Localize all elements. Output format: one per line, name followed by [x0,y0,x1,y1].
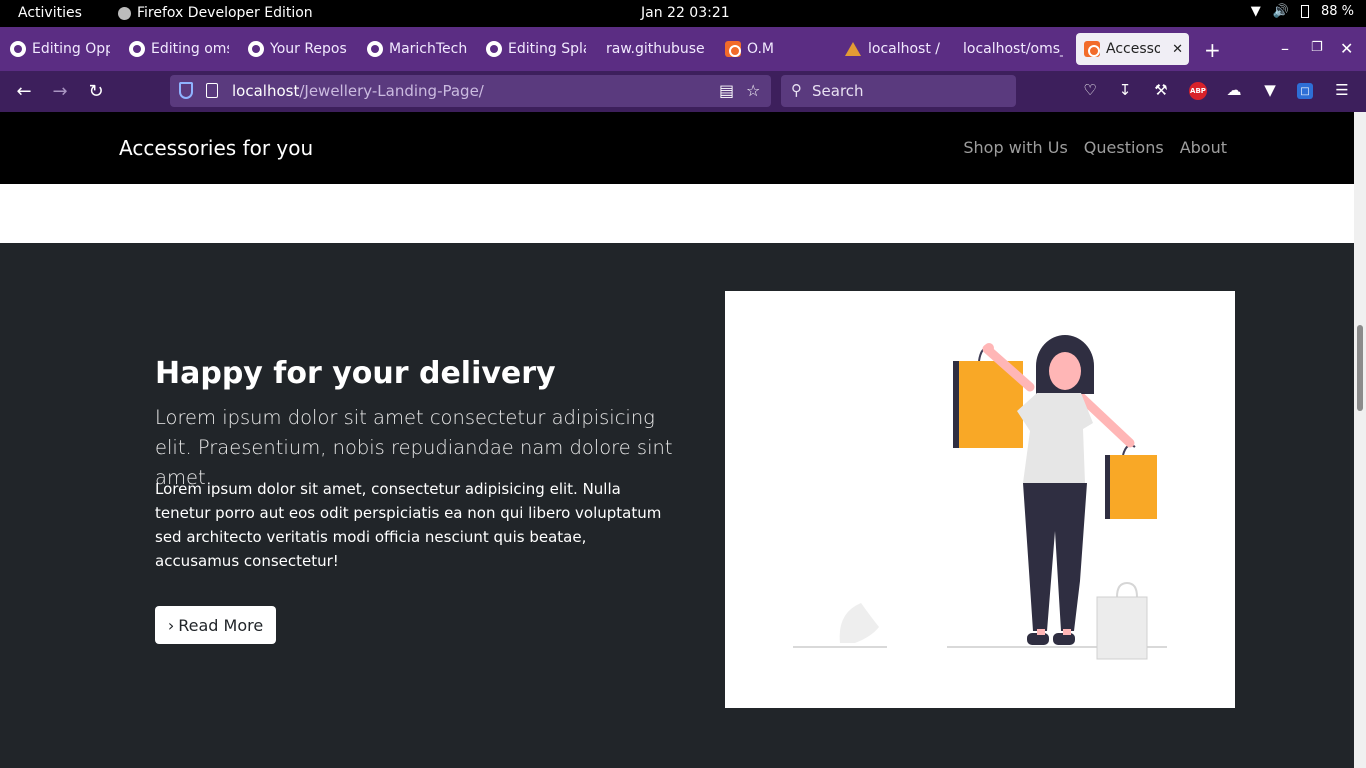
section-heading: Happy for your delivery [155,356,556,391]
new-tab-icon[interactable]: + [1204,38,1221,62]
page-viewport: Accessories for you Shop with Us Questio… [0,112,1354,768]
tab[interactable]: Your Repos [248,33,348,65]
nav-link-about[interactable]: About [1180,138,1227,157]
back-icon[interactable]: ← [13,80,35,102]
search-input[interactable]: ⚲ Search [781,75,1016,107]
url-bar[interactable]: localhost/Jewellery-Landing-Page/ ▤ ☆ [170,75,771,107]
volume-icon: 🔊 [1272,4,1289,19]
search-icon: ⚲ [791,81,802,99]
read-more-label: Read More [178,615,264,635]
scrollbar-thumb[interactable] [1357,325,1363,411]
pocket-icon[interactable]: ♡ [1080,80,1100,100]
page-info-icon[interactable] [206,83,218,98]
tab-label: MarichTech [389,41,467,57]
read-more-button[interactable]: › Read More [155,606,276,644]
tab[interactable]: localhost / l [844,33,944,65]
close-window-icon[interactable]: ✕ [1340,39,1353,58]
close-tab-icon[interactable]: ✕ [1172,42,1183,57]
tab[interactable]: Editing oms [129,33,229,65]
phpmyadmin-icon [844,41,862,57]
tab[interactable]: raw.githubuse [606,33,706,65]
clock[interactable]: Jan 22 03:21 [641,5,730,21]
battery-level: 88 % [1320,4,1354,19]
github-icon [129,41,145,57]
wifi-icon: ▼ [1250,4,1261,19]
url-path: /Jewellery-Landing-Page/ [299,82,484,100]
tab[interactable]: localhost/oms_ [963,33,1063,65]
vue-devtools-icon[interactable]: ▼ [1260,80,1280,100]
app-name: Firefox Developer Edition [137,5,313,21]
wrench-icon[interactable]: ⚒ [1151,80,1171,100]
firefox-icon [118,6,131,20]
menu-icon[interactable]: ☰ [1332,80,1352,100]
shopping-woman-image [793,335,1167,660]
shopping-illustration [725,291,1235,708]
tab-label: Accessori [1106,41,1161,57]
page-scrollbar[interactable] [1354,112,1366,768]
site-nav-links: Shop with Us Questions About [963,138,1227,157]
tab-active[interactable]: Accessori ✕ [1076,33,1189,65]
save-extension-icon[interactable]: □ [1297,83,1313,99]
battery-icon [1300,5,1309,18]
github-icon [486,41,502,57]
tab-label: Editing oms [151,41,229,57]
restore-icon[interactable]: ❐ [1311,40,1323,55]
download-icon[interactable]: ↧ [1115,80,1135,100]
tab-label: Editing Opp [32,41,110,57]
xampp-icon [1084,41,1100,57]
tab[interactable]: Editing Opp [10,33,110,65]
adblock-icon[interactable]: ABP [1189,82,1207,100]
site-navbar: Accessories for you Shop with Us Questio… [0,112,1354,184]
tab[interactable]: Editing Spla [486,33,586,65]
tab-label: localhost/oms_ [963,41,1063,57]
app-menu[interactable]: Firefox Developer Edition [118,5,313,21]
nav-link-questions[interactable]: Questions [1084,138,1164,157]
tab-label: O.M [747,41,774,57]
site-brand[interactable]: Accessories for you [119,136,313,160]
bookmark-star-icon[interactable]: ☆ [746,81,760,100]
extension-icon[interactable]: ☁ [1224,80,1244,100]
chevron-right-icon: › [167,615,175,635]
tab[interactable]: MarichTech [367,33,467,65]
reload-icon[interactable]: ↻ [85,80,107,102]
delivery-section: Happy for your delivery Lorem ipsum dolo… [0,243,1354,768]
tracking-protection-icon[interactable] [179,82,193,99]
minimize-icon[interactable]: – [1281,39,1289,58]
search-placeholder: Search [812,82,864,100]
nav-link-shop[interactable]: Shop with Us [963,138,1067,157]
section-body: Lorem ipsum dolor sit amet, consectetur … [155,480,662,570]
tab-label: raw.githubuse [606,41,705,57]
forward-icon[interactable]: → [49,80,71,102]
tab-label: Your Repos [270,41,347,57]
github-icon [10,41,26,57]
system-tray[interactable]: ▼ 🔊 88 % [1251,4,1354,19]
tab-strip: Editing Opp Editing oms Your Repos Maric… [0,27,1366,71]
github-icon [367,41,383,57]
reader-view-icon[interactable]: ▤ [719,81,734,100]
tab[interactable]: O.M [725,33,825,65]
tab-label: localhost / l [868,41,944,57]
url-host: localhost [232,82,300,100]
xampp-icon [725,41,741,57]
activities-button[interactable]: Activities [18,5,82,21]
system-top-bar: Activities Firefox Developer Edition Jan… [0,0,1366,27]
url-text[interactable]: localhost/Jewellery-Landing-Page/ [232,82,484,100]
tab-label: Editing Spla [508,41,586,57]
github-icon [248,41,264,57]
